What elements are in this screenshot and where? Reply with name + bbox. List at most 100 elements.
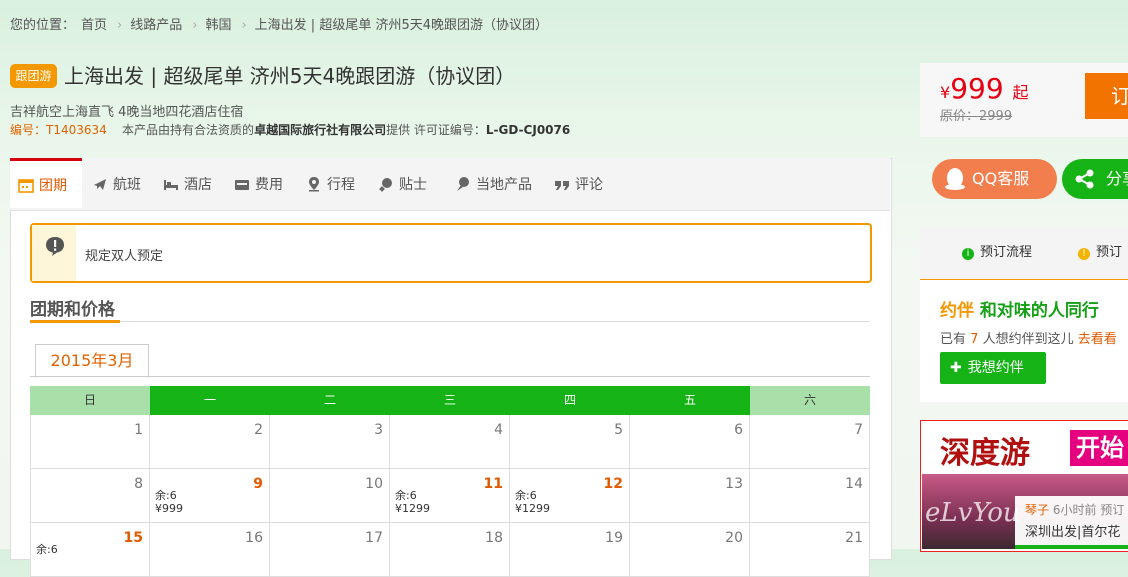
plus-icon: ✚: [950, 360, 962, 376]
day-number: 20: [725, 530, 743, 546]
breadcrumb-home[interactable]: 首页: [81, 18, 107, 33]
breadcrumb-routes[interactable]: 线路产品: [130, 18, 182, 33]
day-number: 15: [123, 530, 143, 546]
day-number: 21: [845, 530, 863, 546]
alert-icon: [46, 237, 64, 256]
tab-cost[interactable]: 费用: [234, 158, 283, 210]
day-number: 16: [245, 530, 263, 546]
ticker-time: 6小时前 预订: [1052, 503, 1125, 517]
product-subtitle: 吉祥航空上海直飞 4晚当地四花酒店住宿: [10, 105, 244, 120]
tab-label: 行程: [327, 177, 355, 193]
chevron-right-icon: ›: [241, 18, 247, 33]
availability: 余:6 ¥1299: [395, 489, 430, 515]
calendar-day[interactable]: 11 余:6 ¥1299: [390, 469, 510, 523]
tab-schedule[interactable]: 团期: [10, 158, 82, 208]
weekday-header: 日: [30, 386, 150, 415]
divider: [30, 321, 870, 322]
info-icon: i: [962, 248, 974, 260]
license-number: L-GD-CJ0076: [485, 123, 571, 137]
section-title: 团期和价格: [30, 300, 115, 320]
month-tab[interactable]: 2015年3月: [35, 344, 149, 378]
calendar-day: 6: [630, 415, 750, 469]
day-price: ¥999: [155, 502, 183, 515]
ad-logo: 深度游: [940, 436, 1030, 471]
day-number: 6: [734, 422, 743, 438]
day-number: 9: [253, 476, 263, 492]
breadcrumb-prefix: 您的位置：: [10, 18, 76, 33]
booking-flow-link[interactable]: i 预订流程: [962, 241, 1032, 260]
remaining-seats: 余:6: [395, 489, 417, 502]
calendar-icon: [18, 179, 34, 193]
breadcrumb-korea[interactable]: 韩国: [205, 18, 231, 33]
supplier-name: 卓越国际旅行社有限公司: [254, 123, 387, 137]
tab-label: 航班: [113, 177, 141, 193]
order-button[interactable]: 订: [1085, 73, 1128, 119]
weekday-header: 三: [390, 386, 510, 415]
day-number: 11: [483, 476, 503, 492]
ticker-username: 琴子: [1025, 503, 1050, 517]
count-pre: 已有: [940, 332, 967, 347]
tips-icon: [379, 178, 392, 192]
product-tabs: 团期 航班 酒店 费用 行程 贴士 当地产品 评论: [10, 158, 890, 211]
find-companion-button[interactable]: ✚ 我想约伴: [940, 352, 1046, 384]
ticker-bar: [1015, 545, 1128, 549]
bed-icon: [164, 180, 178, 190]
warning-icon: !: [1078, 248, 1090, 260]
day-number: 7: [854, 422, 863, 438]
local-product-icon: [457, 177, 469, 191]
day-number: 18: [485, 530, 503, 546]
day-number: 17: [365, 530, 383, 546]
tab-label: 评论: [575, 177, 603, 193]
calendar-day: 10: [270, 469, 390, 523]
calendar-day[interactable]: 15 余:6: [30, 523, 150, 577]
price-symbol: ¥: [940, 83, 951, 102]
tab-flight[interactable]: 航班: [92, 158, 141, 210]
share-label: 分享: [1106, 169, 1128, 188]
tab-label: 费用: [255, 177, 283, 193]
companion-title-text: 和对味的人同行: [979, 301, 1099, 321]
watermark: eLvYou: [925, 498, 1020, 528]
share-button[interactable]: 分享: [1062, 159, 1128, 199]
calendar-day: 14: [750, 469, 870, 523]
calendar-day: 5: [510, 415, 630, 469]
booking-notice-link[interactable]: ! 预订: [1078, 241, 1122, 260]
qq-service-button[interactable]: QQ客服: [932, 159, 1057, 199]
availability: 余:6: [36, 543, 58, 556]
price-value: 999: [950, 72, 1004, 105]
notice-text: 规定双人预定: [85, 249, 164, 264]
tab-itinerary[interactable]: 行程: [306, 158, 355, 210]
calendar-day: 4: [390, 415, 510, 469]
calendar-day[interactable]: 9 余:6 ¥999: [150, 469, 270, 523]
remaining-seats: 余:6: [36, 543, 58, 556]
day-price: ¥1299: [515, 502, 550, 515]
notice-icon-area: [32, 225, 76, 281]
companion-link[interactable]: 去看看: [1078, 332, 1117, 347]
quote-icon: [555, 181, 569, 190]
price-suffix: 起: [1012, 83, 1029, 102]
remaining-seats: 余:6: [155, 489, 177, 502]
tab-label: 团期: [39, 178, 67, 194]
booking-notice-label: 预订: [1096, 245, 1123, 260]
product-code: 编号：T1403634: [10, 123, 107, 137]
day-number: 1: [134, 422, 143, 438]
ticker-destination: 深圳出发|首尔花: [1025, 525, 1121, 540]
tab-reviews[interactable]: 评论: [554, 158, 603, 210]
tab-label: 酒店: [184, 177, 212, 193]
weekday-header: 四: [510, 386, 630, 415]
weekday-header: 六: [750, 386, 870, 415]
supplier-pre: 本产品由持有合法资质的: [122, 123, 255, 137]
calendar-day[interactable]: 12 余:6 ¥1299: [510, 469, 630, 523]
calendar-day: 21: [750, 523, 870, 577]
qq-label: QQ客服: [972, 169, 1030, 188]
booking-flow-label: 预订流程: [980, 245, 1033, 260]
tab-tips[interactable]: 贴士: [378, 158, 427, 210]
wallet-icon: [235, 180, 249, 190]
page-title: 上海出发 | 超级尾单 济州5天4晚跟团游（协议团）: [64, 64, 516, 88]
tab-hotel[interactable]: 酒店: [163, 158, 212, 210]
day-number: 12: [603, 476, 623, 492]
calendar-day: 8: [30, 469, 150, 523]
share-icon: [1075, 169, 1094, 189]
tab-local-products[interactable]: 当地产品: [455, 158, 532, 210]
ad-start-label: 开始: [1070, 430, 1128, 466]
companion-count: 已有 7 人想约伴到这儿 去看看: [940, 328, 1117, 347]
